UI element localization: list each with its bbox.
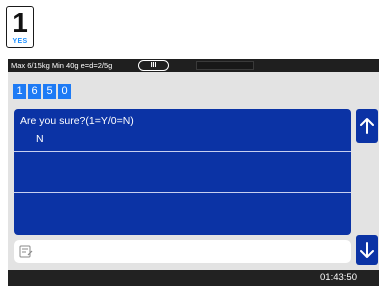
code-digit: 0 (58, 84, 71, 99)
edit-note-icon (19, 245, 33, 258)
input-field[interactable] (14, 240, 351, 263)
confirm-answer: N (36, 133, 44, 145)
dialog-panel: Are you sure?(1=Y/0=N) N (14, 109, 351, 235)
code-display: 1 6 5 0 (13, 84, 71, 99)
accuracy-class-badge: III (138, 60, 169, 71)
scale-display: Max 6/15kg Min 40g e=d=2/5g III 1 6 5 0 … (8, 59, 379, 286)
scroll-up-button[interactable] (356, 109, 378, 143)
arrow-up-icon (360, 118, 374, 134)
yes-key-digit: 1 (12, 7, 28, 38)
status-field (196, 61, 254, 70)
arrow-down-icon (360, 242, 374, 258)
status-bar: Max 6/15kg Min 40g e=d=2/5g III (8, 59, 379, 72)
list-item[interactable]: Are you sure?(1=Y/0=N) N (14, 109, 351, 151)
list-item[interactable] (14, 193, 351, 235)
spec-text: Max 6/15kg Min 40g e=d=2/5g (11, 61, 113, 70)
yes-key: 1 YES (6, 6, 34, 48)
code-digit: 5 (43, 84, 56, 99)
code-digit: 1 (13, 84, 26, 99)
clock: 01:43:50 (320, 272, 357, 283)
confirm-prompt: Are you sure?(1=Y/0=N) (20, 115, 134, 127)
code-digit: 6 (28, 84, 41, 99)
yes-key-label: YES (12, 38, 28, 45)
bottom-status-bar: 01:43:50 (8, 270, 379, 286)
list-item[interactable] (14, 152, 351, 192)
scroll-down-button[interactable] (356, 235, 378, 265)
